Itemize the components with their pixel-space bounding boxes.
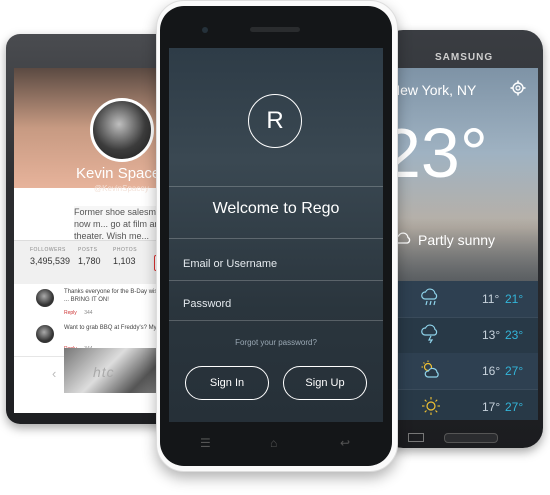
sign-in-button[interactable]: Sign In [185, 366, 269, 400]
forecast-row[interactable]: 13° 23° [390, 317, 538, 354]
sun-icon [422, 397, 440, 415]
tweet-item[interactable]: Thanks everyone for the B-Day wishes. ..… [14, 284, 176, 321]
retweet-count: 344 [84, 310, 93, 316]
current-temperature: 23° [390, 114, 488, 192]
forecast-low: 16° [482, 364, 501, 378]
city-skyline [390, 218, 538, 281]
stat-label: PHOTOS [113, 247, 138, 253]
back-icon[interactable]: ↩ [340, 436, 350, 450]
rego-logo: R [248, 94, 302, 148]
password-field[interactable] [183, 294, 369, 314]
forecast-row[interactable]: 17° 27° [390, 389, 538, 420]
samsung-logo: SAMSUNG [435, 52, 494, 63]
home-icon[interactable]: ⌂ [270, 436, 277, 450]
weather-screen: New York, NY 23° Partly sunny 11° 21° 13… [390, 68, 538, 420]
home-button[interactable] [444, 433, 498, 443]
divider [169, 280, 383, 281]
htc-logo: htc [93, 364, 115, 380]
forecast-row[interactable]: 11° 21° [390, 281, 538, 318]
sign-up-button[interactable]: Sign Up [283, 366, 367, 400]
forecast-row[interactable]: 16° 27° [390, 353, 538, 390]
gear-icon[interactable] [510, 80, 526, 96]
menu-icon[interactable]: ☰ [200, 436, 211, 450]
city-name: New York, NY [390, 82, 477, 98]
profile-name: Kevin Spacey [76, 165, 168, 182]
partly-cloudy-icon [421, 360, 439, 378]
divider [169, 320, 383, 321]
divider [169, 238, 383, 239]
forecast-low: 11° [482, 292, 500, 306]
forecast-high: 27° [505, 364, 524, 378]
welcome-title: Welcome to Rego [212, 200, 340, 217]
divider [169, 186, 383, 187]
tweet-avatar [36, 325, 54, 343]
condition-text: Partly sunny [418, 232, 496, 248]
stat-value: 1,780 [78, 256, 101, 266]
forecast-low: 17° [482, 400, 501, 414]
login-screen: R Welcome to Rego Forgot your password? … [169, 48, 383, 422]
username-field[interactable] [183, 254, 369, 274]
forecast-high: 21° [505, 292, 524, 306]
forecast-list: 11° 21° 13° 23° 16° 27° 17° 27° [390, 281, 538, 420]
stat-followers[interactable]: FOLLOWERS 3,495,539 [30, 247, 70, 266]
storm-cloud-icon [421, 324, 438, 344]
rain-cloud-icon [421, 288, 438, 306]
stat-value: 1,103 [113, 256, 136, 266]
htc-screen: Kevin Spacey @KevinSpacey Former shoe sa… [14, 68, 176, 413]
stat-label: FOLLOWERS [30, 247, 66, 253]
profile-handle: @KevinSpacey [94, 184, 149, 193]
reply-link[interactable]: Reply [64, 310, 77, 316]
stat-value: 3,495,539 [30, 256, 71, 266]
stat-posts[interactable]: POSTS 1,780 [78, 247, 101, 266]
forecast-low: 13° [482, 328, 501, 342]
camera-icon [202, 27, 208, 33]
forecast-high: 27° [505, 400, 524, 414]
tweet-meta: Reply 344 [64, 310, 93, 316]
stat-label: POSTS [78, 247, 98, 253]
avatar[interactable] [90, 98, 154, 162]
stat-photos[interactable]: PHOTOS 1,103 [113, 247, 137, 266]
logo-letter: R [266, 107, 284, 134]
forgot-password-link[interactable]: Forgot your password? [169, 338, 383, 347]
speaker-grille [250, 27, 300, 32]
profile-stats: FOLLOWERS 3,495,539 POSTS 1,780 PHOTOS 1… [14, 240, 176, 286]
back-icon[interactable]: ‹ [52, 366, 56, 381]
forecast-high: 23° [505, 328, 524, 342]
menu-key[interactable] [408, 433, 424, 442]
tweet-avatar [36, 289, 54, 307]
